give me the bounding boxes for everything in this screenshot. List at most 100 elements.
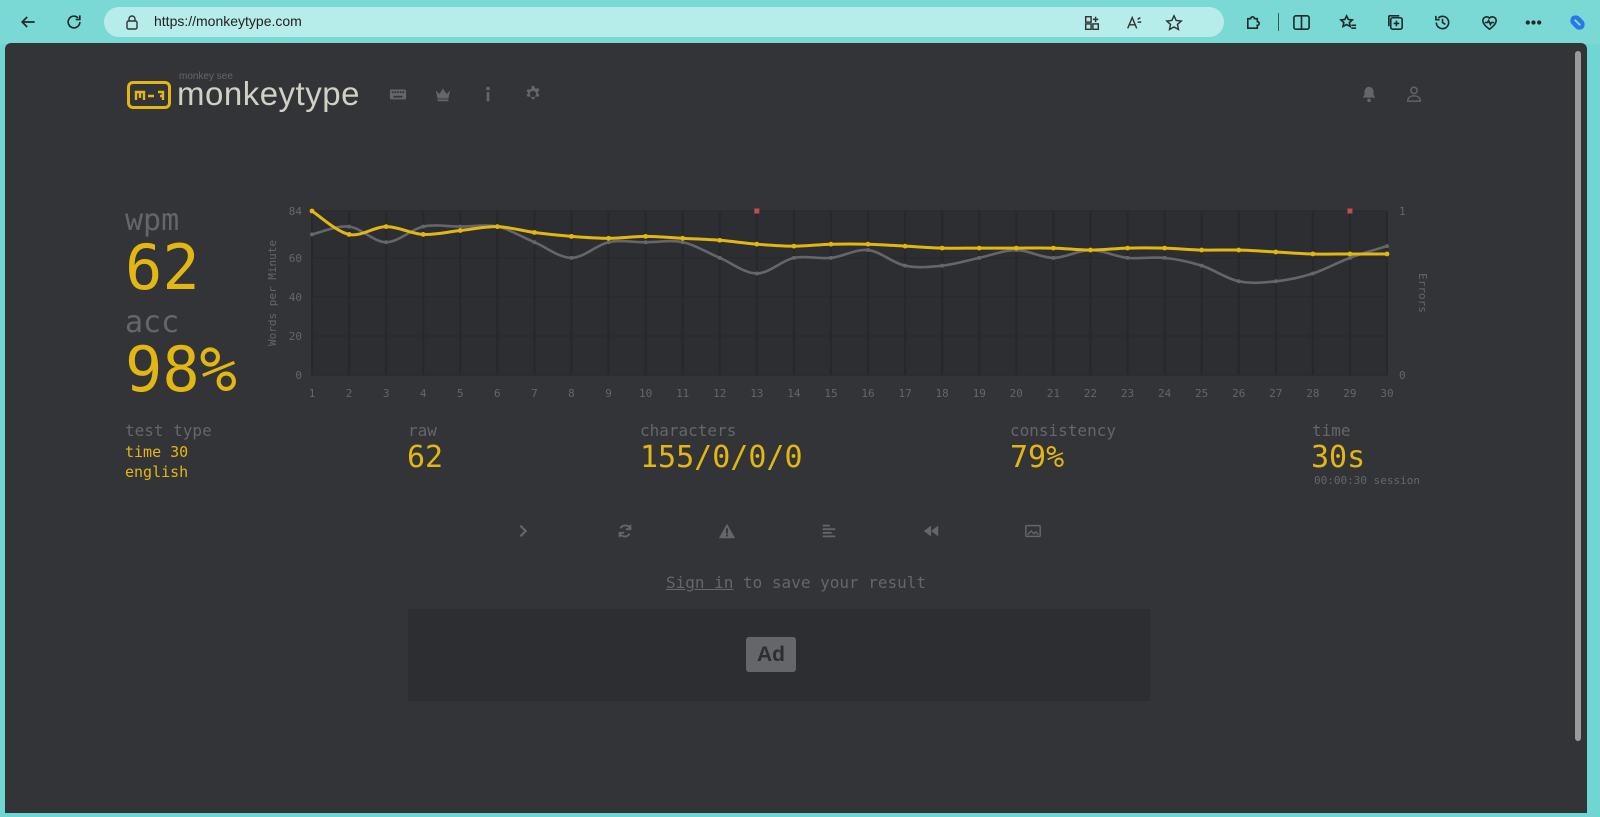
consistency-label: consistency [1010, 421, 1116, 440]
chart-y-tick-label: 20 [289, 330, 302, 343]
user-icon [1406, 86, 1422, 102]
watch-replay-button[interactable] [920, 520, 942, 542]
raw-point [569, 255, 574, 260]
back-button[interactable] [14, 8, 42, 36]
wpm-point [754, 241, 760, 247]
chart-x-tick-label: 17 [898, 387, 911, 400]
info-icon [486, 86, 490, 102]
favorites-icon [1338, 13, 1356, 29]
wpm-point [1236, 247, 1242, 253]
chart-x-tick-label: 10 [639, 387, 652, 400]
read-aloud-button[interactable] [1124, 13, 1144, 33]
browser-toolbar: https://monkeytype.com [0, 0, 1600, 44]
chart-x-tick-label: 29 [1343, 387, 1356, 400]
raw-label: raw [408, 421, 437, 440]
signin-prompt: Sign in to save your result [5, 573, 1587, 592]
chart-x-tick-label: 11 [676, 387, 689, 400]
history-icon [1434, 15, 1449, 29]
raw-point [1310, 271, 1315, 276]
chart-x-tick-label: 15 [824, 387, 837, 400]
account-button[interactable] [1404, 84, 1424, 104]
chart-x-tick-label: 5 [457, 387, 464, 400]
characters-value: 155/0/0/0 [640, 440, 803, 475]
collections-button[interactable] [1384, 11, 1406, 33]
raw-point [791, 255, 796, 260]
wpm-point [791, 243, 797, 249]
chart-x-tick-label: 1 [309, 387, 316, 400]
save-screenshot-button[interactable] [1022, 520, 1044, 542]
nav-settings-button[interactable] [523, 84, 543, 104]
wpm-value: 62 [125, 231, 200, 304]
favorites-button[interactable] [1337, 11, 1359, 33]
address-bar[interactable]: https://monkeytype.com [104, 7, 1224, 37]
chevron-right-icon [519, 524, 528, 538]
time-value: 30s [1311, 440, 1366, 475]
more-dots-icon [1525, 19, 1541, 25]
collections-icon [1387, 14, 1403, 30]
copilot-button[interactable] [1566, 11, 1588, 33]
signin-link[interactable]: Sign in [666, 573, 733, 592]
split-screen-button[interactable] [1290, 11, 1312, 33]
chart-x-tick-label: 24 [1158, 387, 1172, 400]
raw-point [977, 255, 982, 260]
refresh-button[interactable] [60, 8, 88, 36]
raw-point [828, 255, 833, 260]
session-time: 00:00:30 session [1314, 474, 1420, 487]
signin-rest-text: to save your result [733, 573, 927, 592]
ad-banner[interactable]: Ad [408, 609, 1150, 701]
wpm-point [420, 232, 426, 237]
history-button[interactable] [1431, 11, 1453, 33]
chart-x-tick-label: 4 [420, 387, 427, 400]
chart-x-tick-label: 27 [1269, 387, 1282, 400]
puzzle-icon [1246, 15, 1260, 29]
raw-point [421, 224, 426, 229]
raw-point [310, 232, 314, 237]
chart-x-tick-label: 12 [713, 387, 726, 400]
favorite-button[interactable] [1164, 13, 1184, 33]
wpm-point [494, 224, 500, 230]
next-test-button[interactable] [512, 520, 534, 542]
chart-x-tick-label: 6 [494, 387, 501, 400]
split-screen-icon [1292, 14, 1310, 30]
restart-test-button[interactable] [614, 520, 636, 542]
notifications-button[interactable] [1359, 84, 1379, 104]
consistency-value: 79% [1010, 440, 1065, 475]
chart-x-tick-label: 20 [1010, 387, 1023, 400]
chart-x-tick-label: 9 [605, 387, 612, 400]
chart-x-tick-label: 22 [1084, 387, 1097, 400]
wpm-point [383, 224, 389, 230]
raw-point [903, 263, 908, 268]
raw-point [347, 224, 352, 229]
chart-x-tick-label: 7 [531, 387, 538, 400]
chart-x-tick-label: 14 [787, 387, 801, 400]
app-available-button[interactable] [1082, 13, 1102, 33]
nav-leaderboards-button[interactable] [433, 84, 453, 104]
test-type-label: test type [125, 421, 212, 440]
back-arrow-icon [20, 16, 35, 28]
chart-x-tick-label: 13 [750, 387, 763, 400]
scrollbar-thumb[interactable] [1575, 51, 1581, 741]
raw-point [940, 263, 945, 268]
wpm-point [939, 245, 945, 251]
nav-about-button[interactable] [478, 84, 498, 104]
extensions-button[interactable] [1242, 11, 1264, 33]
wpm-point [457, 228, 463, 233]
url-text: https://monkeytype.com [154, 13, 302, 29]
raw-point [1162, 255, 1167, 260]
copilot-icon [1569, 14, 1585, 30]
error-marker [754, 208, 760, 214]
browser-essentials-button[interactable] [1478, 11, 1500, 33]
more-menu-button[interactable] [1522, 11, 1544, 33]
practice-missed-button[interactable] [716, 520, 738, 542]
test-type-language: english [125, 463, 189, 481]
wpm-point [309, 208, 315, 214]
lock-icon [126, 15, 138, 30]
chart-svg: 020406084011 2 3 4 5 6 7 8 9 10 11 12 13 14 15 16 17 18 19… [266, 205, 1429, 400]
chart-y-tick-label: 60 [289, 252, 302, 265]
nav-test-button[interactable] [388, 84, 408, 104]
heart-pulse-icon [1481, 15, 1497, 30]
words-history-button[interactable] [818, 520, 840, 542]
chart-x-tick-label: 19 [973, 387, 986, 400]
raw-point [643, 240, 648, 245]
wpm-point [606, 235, 611, 241]
